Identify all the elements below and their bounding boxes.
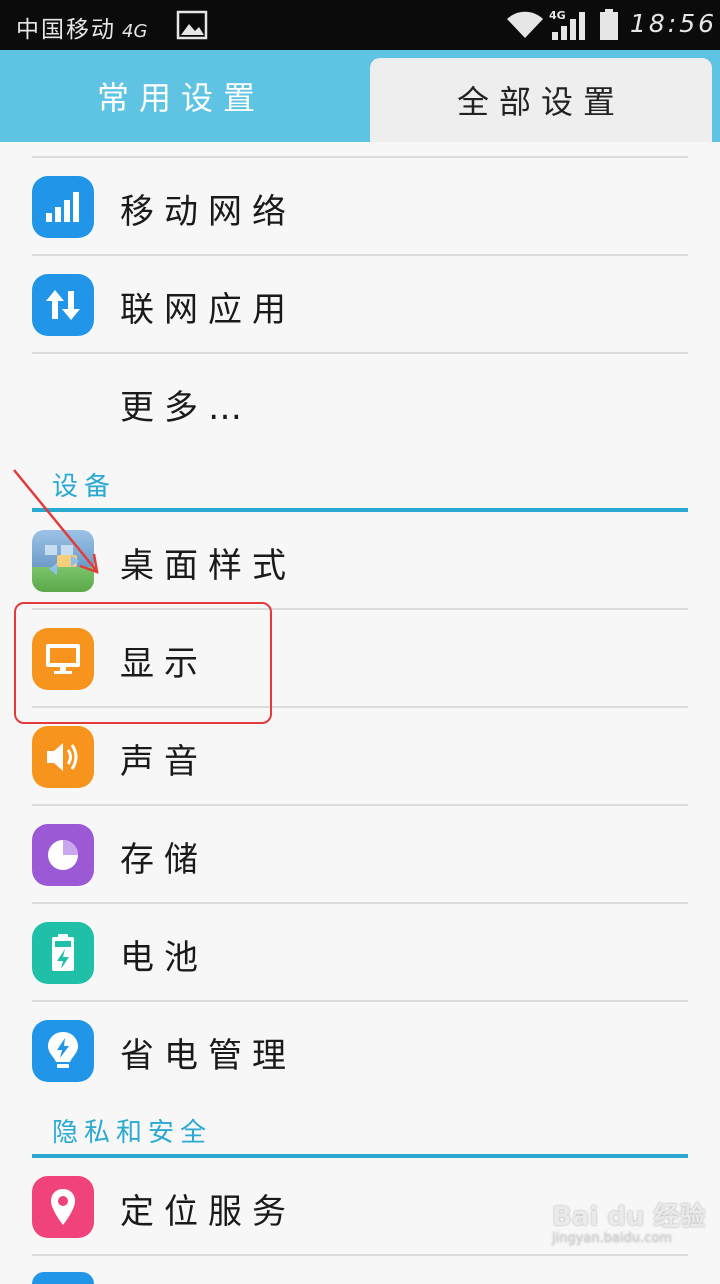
- network-type: 4G: [122, 21, 148, 42]
- item-label: 定位服务: [120, 1192, 296, 1232]
- image-notification-icon: [176, 10, 208, 40]
- battery-icon: [32, 922, 94, 984]
- item-label: 声音: [120, 742, 208, 782]
- cell-signal-icon: 4G: [549, 9, 585, 40]
- status-bar: 中国移动 4G 4G 18:56: [0, 0, 720, 50]
- wifi-icon: [507, 11, 543, 39]
- watermark-main: Bai du 经验: [552, 1202, 706, 1232]
- item-label: 桌面样式: [120, 546, 296, 586]
- carrier-label: 中国移动 4G: [16, 10, 147, 44]
- settings-tabbar: 常用设置 全部设置: [0, 50, 720, 142]
- annotation-arrow-icon: [13, 469, 99, 574]
- section-title: 隐私和安全: [52, 1118, 213, 1148]
- next-item-icon-partial: [32, 1272, 94, 1284]
- item-label: 联网应用: [120, 290, 296, 330]
- signal-bars-icon: [32, 176, 94, 238]
- section-header-privacy: 隐私和安全: [32, 1106, 688, 1158]
- tab-common-settings[interactable]: 常用设置: [0, 50, 362, 142]
- bulb-icon: [32, 1020, 94, 1082]
- section-header-device: 设备: [32, 460, 688, 512]
- settings-item-storage[interactable]: 存储: [32, 806, 688, 904]
- item-label: 省电管理: [120, 1036, 296, 1076]
- settings-item-more[interactable]: 更多…: [32, 354, 688, 450]
- speaker-icon: [32, 726, 94, 788]
- annotation-highlight-box: [14, 602, 272, 724]
- item-label: 移动网络: [120, 192, 296, 232]
- carrier-name: 中国移动: [16, 17, 116, 43]
- location-pin-icon: [32, 1176, 94, 1238]
- item-label: 更多…: [120, 388, 252, 428]
- battery-status-icon: [600, 9, 618, 40]
- settings-item-mobile-network[interactable]: 移动网络: [32, 158, 688, 256]
- settings-item-power-saving[interactable]: 省电管理: [32, 1002, 688, 1098]
- tab-all-settings[interactable]: 全部设置: [370, 58, 712, 142]
- settings-item-desktop-style[interactable]: 桌面样式: [32, 512, 688, 610]
- settings-item-network-apps[interactable]: 联网应用: [32, 256, 688, 354]
- item-label: 存储: [120, 840, 208, 880]
- signal-network-type: 4G: [549, 9, 566, 22]
- item-label: 电池: [120, 938, 208, 978]
- watermark-sub: jingyan.baidu.com: [552, 1231, 672, 1246]
- clock: 18:56: [630, 9, 718, 38]
- pie-storage-icon: [32, 824, 94, 886]
- data-transfer-icon: [32, 274, 94, 336]
- settings-item-battery[interactable]: 电池: [32, 904, 688, 1002]
- baidu-watermark: Bai du 经验 jingyan.baidu.com: [552, 1196, 712, 1252]
